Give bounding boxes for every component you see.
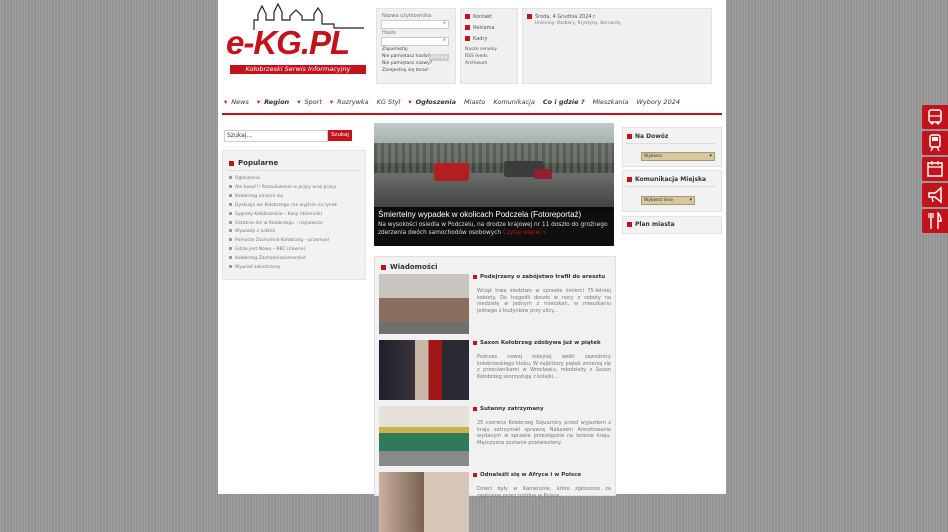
link-rss[interactable]: RSS feeds xyxy=(465,54,488,59)
plan-miasta-title: Plan miasta xyxy=(627,221,675,228)
popular-item[interactable]: Dyskusja we Kołobrzegu ma wyjście na ryn… xyxy=(229,202,359,209)
calendar-icon[interactable] xyxy=(922,157,948,181)
car-image xyxy=(534,169,552,179)
popular-item[interactable]: Ale kwas!!! Poszukiwanie w pracy oraz pr… xyxy=(229,184,359,191)
news-thumbnail[interactable] xyxy=(379,406,469,466)
chevron-down-icon: ▾ xyxy=(329,98,334,106)
main-nav: ▾ News ▾ Region ▾ Sport ▾ Rozrywka KG Styl ▾ Ogłos… xyxy=(224,98,720,110)
news-item[interactable]: Odnaleźli się w Afryce i w Polsce Dzieci … xyxy=(379,472,611,532)
chevron-down-icon: ▾ xyxy=(297,98,301,106)
links-box: Kontakt Reklama Kadry Nasze serwisy RSS … xyxy=(460,8,518,84)
popular-item[interactable]: Sygnały Kołobrzeskie – Kasy (dziennik) xyxy=(229,211,359,218)
nav-item-9[interactable]: Mieszkania xyxy=(593,98,633,106)
nav-item-5[interactable]: ▾ Ogłoszenia xyxy=(408,98,460,106)
komunikacja-box: Komunikacja Miejska Wybierz linię ▾ xyxy=(622,170,722,212)
popular-item[interactable]: Ostatnie dni w Kołobrzegu – najnowsze xyxy=(229,220,359,227)
popular-item[interactable]: Pomorze Zachodnie Kołobrzeg – przemysł xyxy=(229,238,359,244)
news-thumbnail[interactable] xyxy=(379,274,469,334)
news-item-title[interactable]: Saxon Kołobrzeg zdobywa już w piątek xyxy=(473,340,609,347)
news-item[interactable]: Podejrzany o zabójstwo trafił do aresztu… xyxy=(379,274,611,334)
news-item-text: Wciąż trwa śledztwo w sprawie śmierci 75… xyxy=(477,288,611,314)
password-label: Hasło xyxy=(382,30,396,36)
news-item[interactable]: Sutanny zatrzymany 25 czerwca Kołobrzeg S… xyxy=(379,406,611,466)
page-container: e-KG.PL Kołobrzeski Serwis Informacyjny … xyxy=(218,0,726,532)
news-item[interactable]: Saxon Kołobrzeg zdobywa już w piątek Podc… xyxy=(379,340,611,400)
popular-title: Popularne xyxy=(229,159,278,167)
bus-icon[interactable] xyxy=(922,105,948,129)
featured-desc: Na wysokości osiedla w Podczelu, na drod… xyxy=(378,222,608,236)
site-logo[interactable]: e-KG.PL Kołobrzeski Serwis Informacyjny xyxy=(224,2,366,82)
search-input[interactable]: Szukaj... xyxy=(224,130,328,142)
login-box: Nazwa użytkownika * Hasło * Zapamiętaj Z… xyxy=(376,8,456,84)
featured-title[interactable]: Śmiertelny wypadek w okolicach Podczela … xyxy=(378,210,581,219)
komunikacja-select[interactable]: Wybierz linię ▾ xyxy=(641,196,695,205)
news-thumbnail[interactable] xyxy=(379,340,469,400)
info-box: Środa, 4 Grudnia 2024 r. Imieniny: Barba… xyxy=(522,8,712,84)
chevron-down-icon: ▾ xyxy=(408,98,412,106)
nav-item-3[interactable]: ▾ Rozrywka xyxy=(330,98,373,106)
nav-item-0[interactable]: ▾ News xyxy=(224,98,253,106)
popular-item[interactable]: Gdzie jest Nowa – BBC (dawne) xyxy=(229,247,359,253)
news-title: Wiadomości xyxy=(381,263,437,271)
plan-miasta-box[interactable]: Plan miasta xyxy=(622,216,722,234)
popular-item[interactable]: Ogłoszenia xyxy=(229,176,359,182)
chevron-down-icon: ▾ xyxy=(689,197,692,203)
chevron-down-icon: ▾ xyxy=(256,98,261,106)
logo-tagline: Kołobrzeski Serwis Informacyjny xyxy=(230,65,366,74)
nav-item-2[interactable]: ▾ Sport xyxy=(297,98,326,106)
news-item-text: Dzieci były w Kamerunie, które zgłoszono… xyxy=(477,486,611,499)
nav-item-6[interactable]: Miasto xyxy=(464,98,489,106)
restaurant-icon[interactable] xyxy=(922,209,948,233)
na-dowoz-select[interactable]: Wybierz ▾ xyxy=(641,152,715,161)
link-kadry[interactable]: Kadry xyxy=(465,36,487,42)
nav-item-7[interactable]: Komunikacja xyxy=(493,98,539,106)
forgot-username-link[interactable]: Nie pamiętasz nazwy? xyxy=(382,61,432,66)
popular-item[interactable]: Wywiad zakończony xyxy=(229,265,359,271)
link-archiwum[interactable]: Archiwum xyxy=(465,61,487,66)
featured-article[interactable]: Śmiertelny wypadek w okolicach Podczela … xyxy=(374,123,614,246)
register-link[interactable]: Zarejestruj się teraz! xyxy=(382,68,429,73)
popular-box: Popularne Ogłoszenia Ale kwas!!! Poszukiw… xyxy=(222,150,366,280)
popular-item[interactable]: Wywiady z ludźmi xyxy=(229,229,359,235)
na-dowoz-title: Na Dowóz xyxy=(627,133,668,140)
megaphone-icon[interactable] xyxy=(922,183,948,207)
nav-item-1[interactable]: ▾ Region xyxy=(257,98,293,106)
nav-item-8[interactable]: Co i gdzie ? xyxy=(543,98,589,106)
logo-wordmark: e-KG.PL xyxy=(226,24,350,61)
current-date: Środa, 4 Grudnia 2024 r. xyxy=(527,14,596,20)
komunikacja-title: Komunikacja Miejska xyxy=(627,176,706,183)
link-serwisy[interactable]: Nasze serwisy xyxy=(465,47,497,52)
search-button[interactable]: Szukaj xyxy=(328,130,352,141)
na-dowoz-box: Na Dowóz Wybierz ▾ xyxy=(622,127,722,167)
news-item-title[interactable]: Podejrzany o zabójstwo trafił do aresztu xyxy=(473,274,609,281)
username-field[interactable]: * xyxy=(381,20,449,29)
nav-item-4[interactable]: KG Styl xyxy=(377,98,405,106)
popular-item[interactable]: Kołobrzeg umocni się xyxy=(229,193,359,200)
link-kontakt[interactable]: Kontakt xyxy=(465,14,492,20)
link-reklama[interactable]: Reklama xyxy=(465,25,495,31)
news-box: Wiadomości Podejrzany o zabójstwo trafił… xyxy=(374,256,616,532)
nav-divider xyxy=(222,113,722,115)
popular-item[interactable]: Kołobrzeg Zachodniopomorskie xyxy=(229,256,359,262)
read-more-link[interactable]: Czytaj więcej » xyxy=(503,230,546,236)
chevron-down-icon: ▾ xyxy=(709,153,712,159)
news-item-text: 25 czerwca Kołobrzeg Sojusznicy przed wy… xyxy=(477,420,611,446)
remember-label[interactable]: Zapamiętaj xyxy=(382,47,408,52)
forgot-password-link[interactable]: Nie pamiętasz hasła? xyxy=(382,54,430,59)
chevron-down-icon: ▾ xyxy=(224,98,228,106)
news-item-title[interactable]: Sutanny zatrzymany xyxy=(473,406,609,413)
news-item-title[interactable]: Odnaleźli się w Afryce i w Polsce xyxy=(473,472,609,479)
car-image xyxy=(434,163,469,181)
login-button[interactable]: Zaloguj xyxy=(429,54,449,61)
password-field[interactable]: * xyxy=(381,37,449,46)
featured-caption: Śmiertelny wypadek w okolicach Podczela … xyxy=(374,207,614,246)
nav-item-10[interactable]: Wybory 2024 xyxy=(636,98,684,106)
news-thumbnail[interactable] xyxy=(379,472,469,532)
news-item-text: Podczas nowej kolejnej walki zawodnicy k… xyxy=(477,354,611,380)
train-icon[interactable] xyxy=(922,131,948,155)
username-label: Nazwa użytkownika xyxy=(382,13,432,19)
name-days: Imieniny: Barbary, Krystyny, Bernardy xyxy=(535,21,621,26)
